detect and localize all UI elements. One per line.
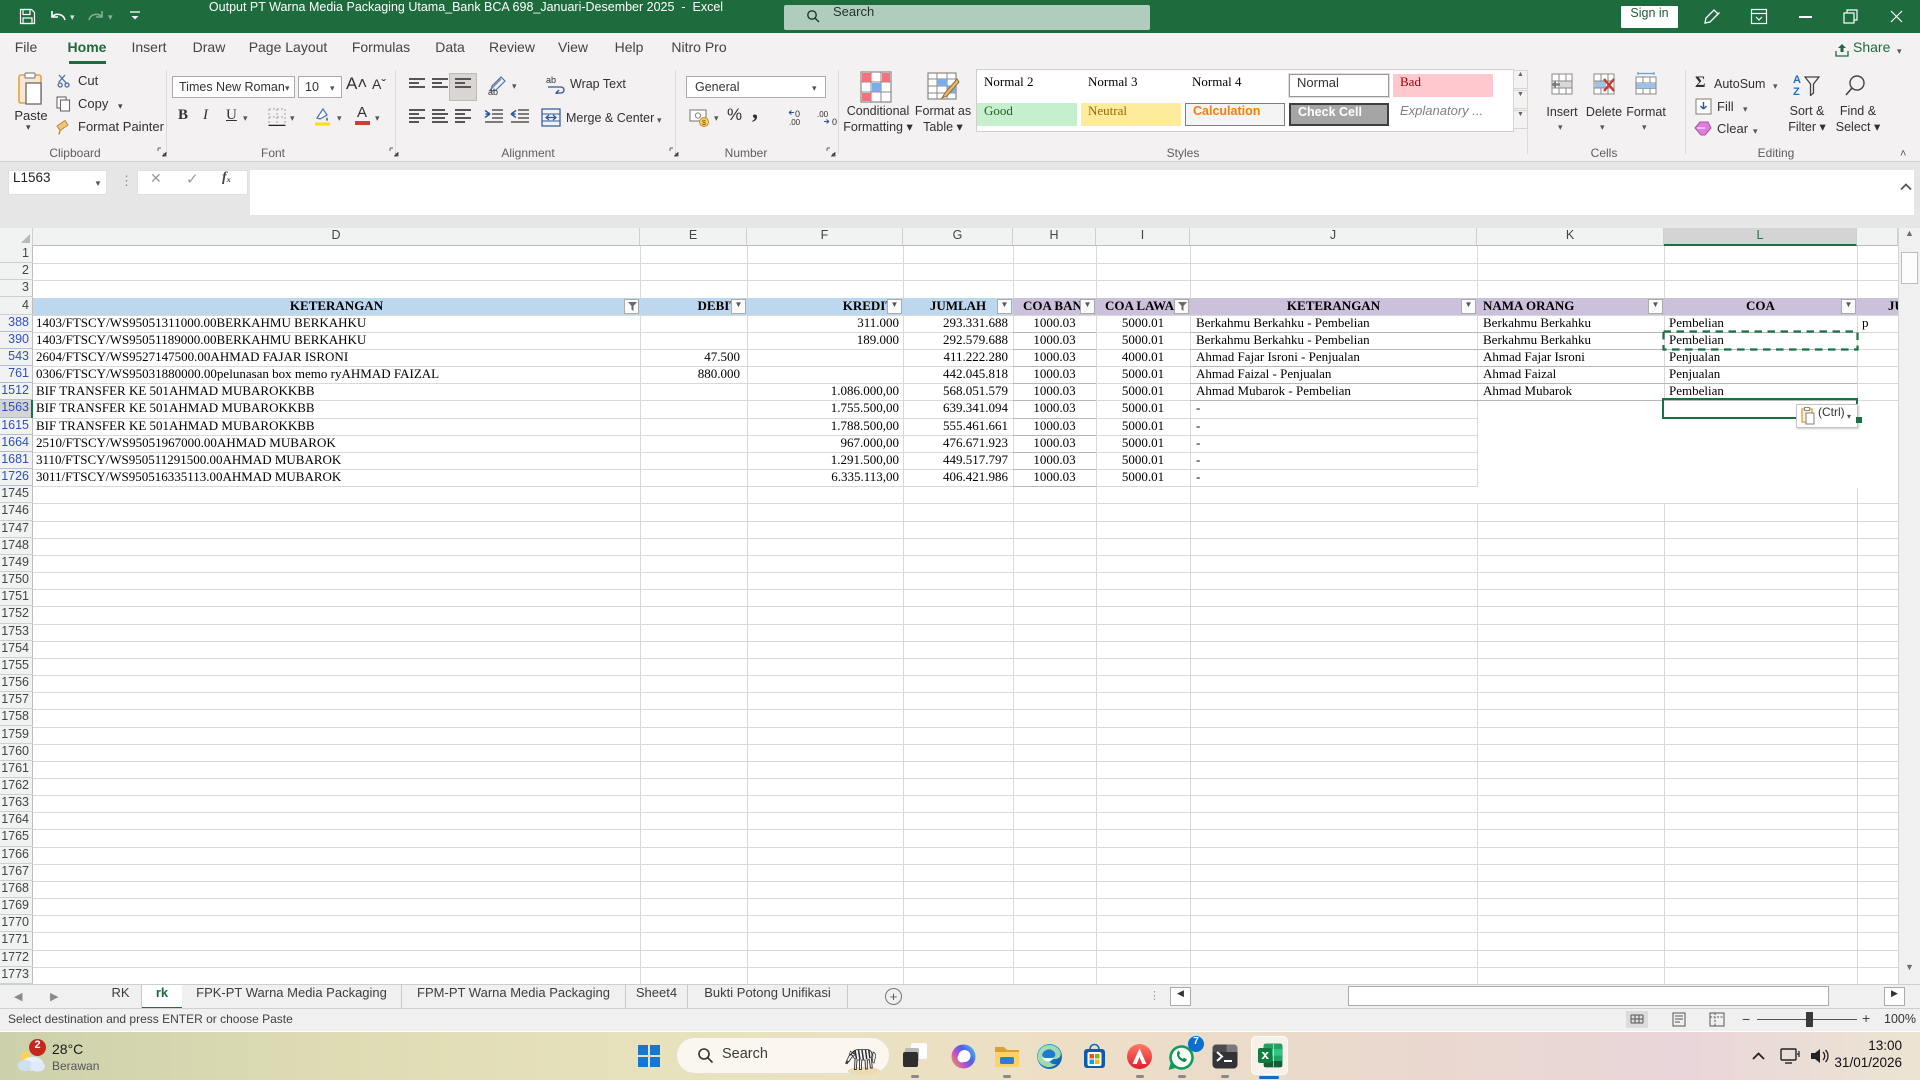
svg-text:ab: ab [546, 75, 556, 85]
svg-text:ab: ab [488, 87, 498, 96]
svg-text:.00: .00 [789, 118, 801, 126]
svg-text:$: $ [702, 120, 706, 127]
